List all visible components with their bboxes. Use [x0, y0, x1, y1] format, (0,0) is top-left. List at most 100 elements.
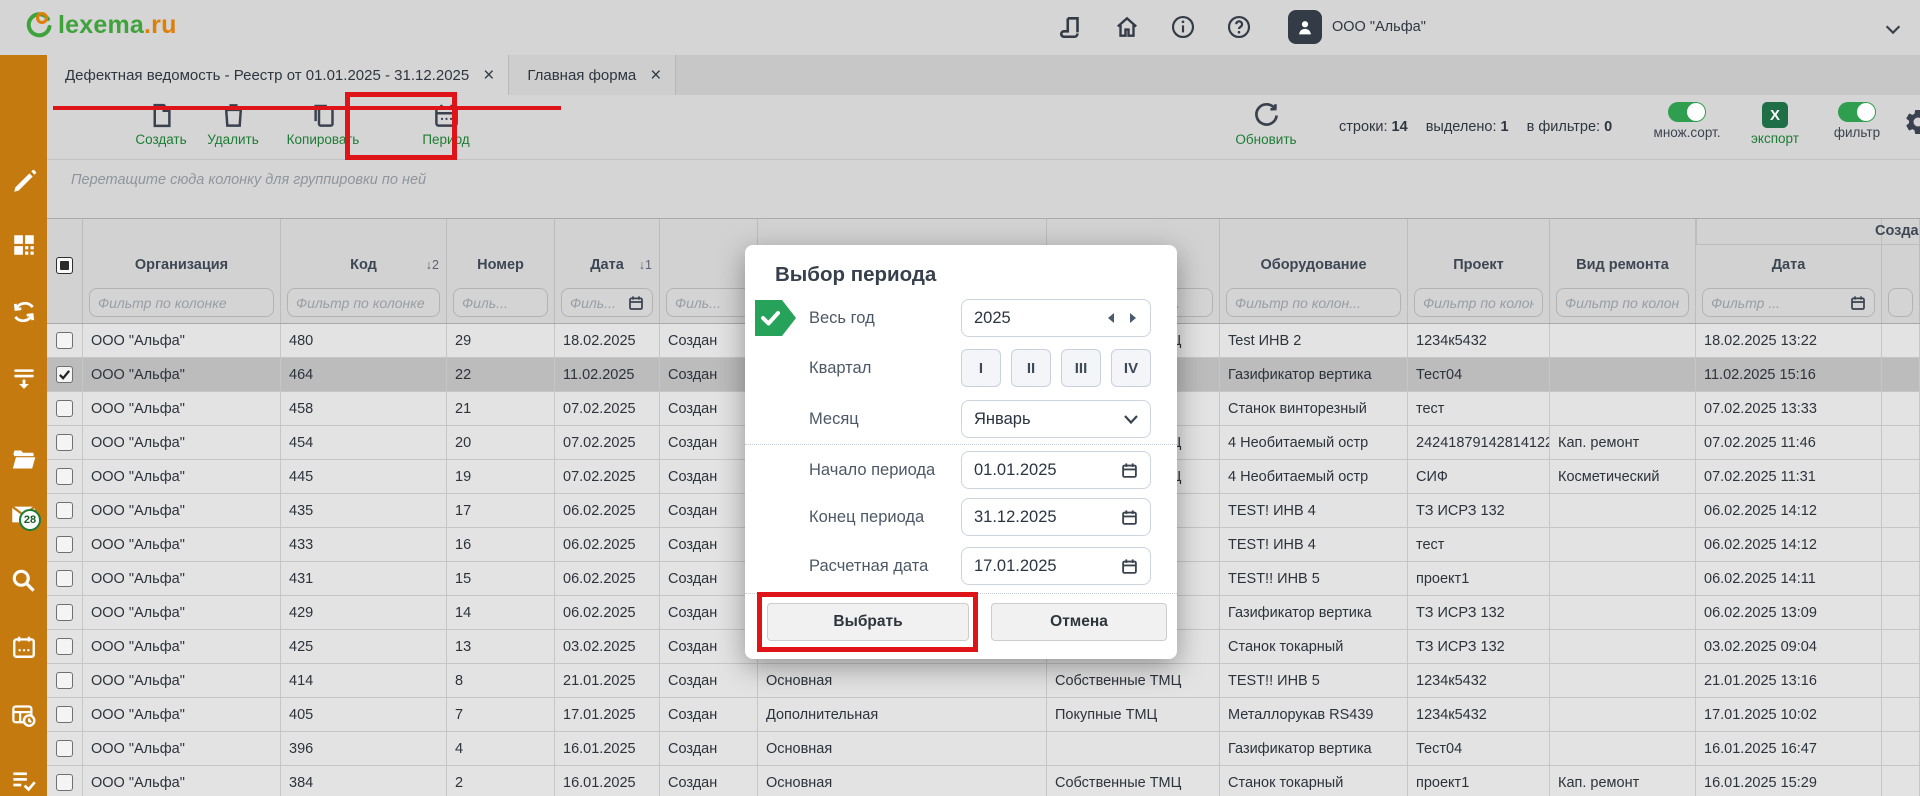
calc-date-input[interactable]: 17.01.2025	[961, 547, 1151, 585]
row-checkbox[interactable]	[56, 672, 73, 689]
filter-input-status[interactable]: Филь...	[666, 288, 751, 317]
tasks-icon[interactable]	[0, 762, 47, 796]
create-button[interactable]: Создать	[125, 102, 197, 147]
column-header-date[interactable]: Дата↓1	[555, 245, 660, 285]
edit-icon[interactable]	[0, 164, 47, 200]
period-end-input[interactable]: 31.12.2025	[961, 498, 1151, 536]
year-prev-icon[interactable]	[1106, 312, 1115, 324]
export-button[interactable]: X экспорт	[1743, 102, 1807, 146]
column-header-repair[interactable]: Вид ремонта	[1550, 245, 1696, 285]
filter-input-org[interactable]: Фильтр по колонке	[89, 288, 274, 317]
column-header-cb[interactable]	[47, 245, 83, 285]
filter-input-extra[interactable]	[1888, 288, 1913, 317]
filter-toggle[interactable]	[1838, 102, 1876, 122]
period-start-input[interactable]: 01.01.2025	[961, 451, 1151, 489]
cell-extra	[1882, 698, 1920, 731]
header-checkbox[interactable]	[56, 257, 73, 274]
multisort-toggle[interactable]	[1668, 102, 1706, 122]
multisort-toggle-block: множ.сорт.	[1647, 102, 1727, 140]
row-checkbox[interactable]	[56, 502, 73, 519]
row-checkbox[interactable]	[56, 468, 73, 485]
quarter-3-button[interactable]: III	[1061, 349, 1101, 387]
column-header-equip[interactable]: Оборудование	[1220, 245, 1408, 285]
quarter-1-button[interactable]: I	[961, 349, 1001, 387]
column-header-extra[interactable]	[1882, 245, 1920, 285]
filter-input-repair[interactable]: Фильтр по колон...	[1556, 288, 1689, 317]
filter-input-num[interactable]: Филь...	[453, 288, 548, 317]
row-checkbox[interactable]	[56, 740, 73, 757]
top-header: lexema.ru	[0, 0, 1920, 55]
select-button[interactable]: Выбрать	[767, 603, 969, 641]
copy-button[interactable]: Копировать	[275, 102, 371, 147]
row-checkbox[interactable]	[56, 638, 73, 655]
calendar-icon[interactable]	[1121, 509, 1138, 526]
table-row[interactable]: ООО "Альфа"405717.01.2025СозданДополните…	[47, 698, 1920, 732]
row-checkbox[interactable]	[56, 434, 73, 451]
calendar-icon[interactable]	[1121, 462, 1138, 479]
row-checkbox[interactable]	[56, 366, 73, 383]
script-icon[interactable]	[1058, 14, 1084, 40]
schedule-icon[interactable]	[0, 697, 47, 733]
table-row[interactable]: ООО "Альфа"384216.01.2025СозданОсновнаяС…	[47, 766, 1920, 796]
cell-sheet: Основная	[758, 766, 1047, 796]
help-icon[interactable]	[1226, 14, 1252, 40]
column-header-num[interactable]: Номер	[447, 245, 555, 285]
year-spinner[interactable]: 2025	[961, 299, 1151, 337]
folder-icon[interactable]	[0, 441, 47, 477]
new-doc-icon	[148, 102, 175, 129]
column-header-status[interactable]	[660, 245, 758, 285]
quarter-2-button[interactable]: II	[1011, 349, 1051, 387]
mail-icon[interactable]: 28	[0, 496, 47, 532]
row-checkbox[interactable]	[56, 570, 73, 587]
company-name[interactable]: ООО "Альфа"	[1332, 19, 1426, 35]
cell-extra	[1882, 494, 1920, 527]
cell-equip: TEST! ИНВ 4	[1220, 528, 1408, 561]
filter-input-project[interactable]: Фильтр по колон...	[1414, 288, 1543, 317]
cell-repair: Кап. ремонт	[1550, 426, 1696, 459]
row-checkbox[interactable]	[56, 774, 73, 791]
info-icon[interactable]	[1170, 14, 1196, 40]
sync-icon[interactable]	[0, 294, 47, 330]
search-icon[interactable]	[0, 562, 47, 598]
group-by-bar[interactable]: Перетащите сюда колонку для группировки …	[47, 161, 1920, 218]
cancel-button[interactable]: Отмена	[991, 603, 1167, 641]
close-icon[interactable]: ×	[483, 66, 494, 85]
filter-input-created[interactable]: Фильтр ...	[1702, 288, 1875, 317]
column-header-org[interactable]: Организация	[83, 245, 281, 285]
row-checkbox[interactable]	[56, 604, 73, 621]
row-checkbox[interactable]	[56, 400, 73, 417]
column-header-project[interactable]: Проект	[1408, 245, 1550, 285]
column-header-code[interactable]: Код↓2	[281, 245, 447, 285]
row-checkbox[interactable]	[56, 706, 73, 723]
cell-date: 06.02.2025	[555, 528, 660, 561]
filter-cell-created: Фильтр ...	[1696, 285, 1882, 323]
column-header-created[interactable]: Дата	[1696, 245, 1882, 285]
logo[interactable]: lexema.ru	[24, 9, 177, 41]
month-select[interactable]: Январь	[961, 400, 1151, 438]
delete-button[interactable]: Удалить	[197, 102, 269, 147]
table-row[interactable]: ООО "Альфа"414821.01.2025СозданОсновнаяС…	[47, 664, 1920, 698]
calendar-icon[interactable]	[1121, 558, 1138, 575]
year-next-icon[interactable]	[1129, 312, 1138, 324]
tab-defect-register[interactable]: Дефектная ведомость - Реестр от 01.01.20…	[47, 55, 508, 95]
row-checkbox[interactable]	[56, 536, 73, 553]
qr-icon[interactable]	[0, 227, 47, 263]
close-icon[interactable]: ×	[650, 66, 661, 85]
chevron-down-icon[interactable]	[1882, 18, 1904, 40]
refresh-button[interactable]: Обновить	[1227, 102, 1305, 147]
table-row[interactable]: ООО "Альфа"396416.01.2025СозданОсновнаяГ…	[47, 732, 1920, 766]
filter-input-date[interactable]: Филь...	[561, 288, 653, 317]
filter-input-code[interactable]: Фильтр по колонке	[287, 288, 440, 317]
gear-icon[interactable]	[1903, 107, 1920, 137]
import-icon[interactable]	[0, 360, 47, 396]
cell-created: 17.01.2025 10:02	[1696, 698, 1882, 731]
calendar-icon[interactable]	[0, 629, 47, 665]
tab-main-form[interactable]: Главная форма ×	[508, 55, 676, 95]
row-checkbox[interactable]	[56, 332, 73, 349]
home-icon[interactable]	[1114, 14, 1140, 40]
quarter-4-button[interactable]: IV	[1111, 349, 1151, 387]
user-avatar-icon[interactable]	[1288, 10, 1322, 44]
filter-input-equip[interactable]: Фильтр по колон...	[1226, 288, 1401, 317]
cell-code: 431	[281, 562, 447, 595]
period-button[interactable]: Период	[402, 102, 490, 147]
